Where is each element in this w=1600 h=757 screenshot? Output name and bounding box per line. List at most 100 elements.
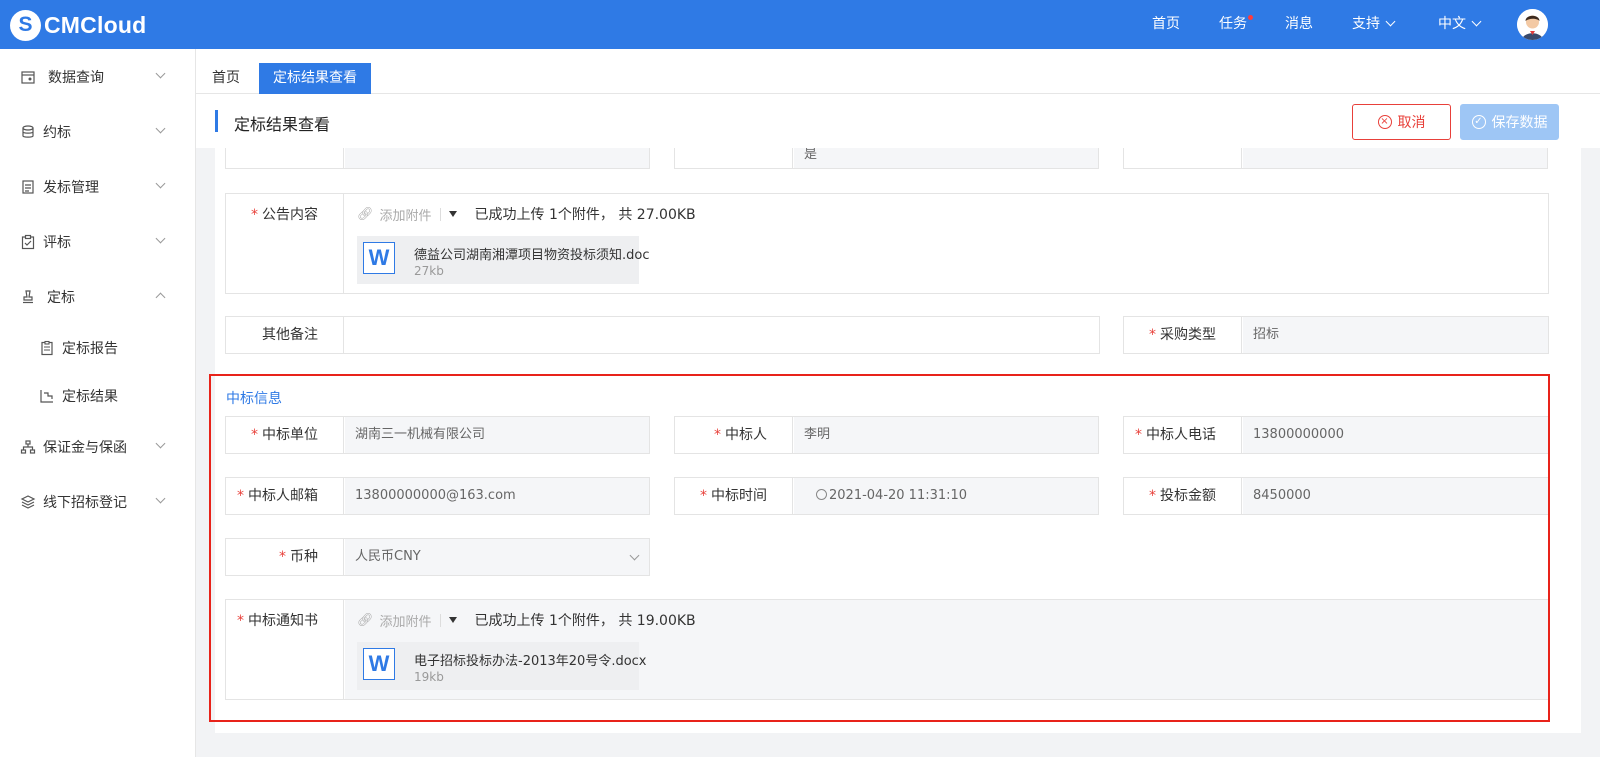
add-attachment-label: 添加附件 — [379, 208, 432, 224]
save-button[interactable]: ✓ 保存数据 — [1460, 104, 1559, 140]
result-icon — [40, 390, 53, 403]
winning-email-value: 13800000000@163.com — [345, 478, 649, 514]
nav-tasks[interactable]: 任务 — [1219, 0, 1253, 49]
nav-tasks-label: 任务 — [1219, 16, 1247, 32]
sidebar-item-bid-management[interactable]: 发标管理 — [0, 167, 195, 207]
label-text: 投标金额 — [1160, 488, 1216, 504]
time-text: 2021-04-20 11:31:10 — [829, 488, 968, 503]
nav-support-label: 支持 — [1352, 16, 1380, 32]
announcement-field: * 公告内容 🔗︎ 添加附件 已成功上传 1个附件， 共 27.00KB W 德益公… — [225, 193, 1549, 294]
sidebar-item-bid-invite[interactable]: 约标 — [0, 112, 195, 152]
sidebar-item-offline-registration[interactable]: 线下招标登记 — [0, 482, 195, 522]
field-value: 🔗︎ 添加附件 已成功上传 1个附件， 共 19.00KB W 电子招标投标办法-… — [345, 600, 1548, 699]
purchase-type-field: * 采购类型 招标 — [1123, 316, 1549, 354]
field-value — [345, 148, 649, 168]
field-label — [675, 148, 793, 168]
currency-field: * 币种 人民币CNY — [225, 538, 650, 576]
chevron-down-icon — [155, 68, 166, 79]
tab-award-result-view[interactable]: 定标结果查看 — [259, 63, 371, 94]
word-file-icon: W — [363, 648, 395, 680]
top-bar: S CMCloud 首页 任务 消息 支持 中文 — [0, 0, 1600, 49]
logo[interactable]: S CMCloud — [10, 9, 146, 41]
partial-field-3 — [1123, 148, 1548, 169]
label-text: 公告内容 — [262, 207, 318, 223]
sidebar-item-award-result[interactable]: 定标结果 — [0, 376, 195, 416]
upload-status: 已成功上传 1个附件， 共 27.00KB — [474, 207, 696, 223]
field-label: * 中标单位 — [226, 417, 344, 453]
field-value: 是 — [794, 148, 1098, 168]
sidebar-item-label: 数据查询 — [48, 70, 104, 86]
field-label: * 中标时间 — [675, 478, 793, 514]
sidebar-item-award[interactable]: 定标 — [0, 277, 195, 317]
coins-icon — [22, 125, 34, 138]
language-selector[interactable]: 中文 — [1438, 0, 1482, 49]
label-text: 中标人 — [725, 427, 767, 443]
field-label: * 币种 — [226, 539, 344, 575]
winning-person-value: 李明 — [794, 417, 1098, 453]
other-notes-field: 其他备注 — [225, 316, 1100, 354]
nav-support[interactable]: 支持 — [1352, 0, 1396, 49]
avatar[interactable] — [1517, 9, 1548, 40]
file-name: 德益公司湖南湘潭项目物资投标须知.doc — [414, 248, 650, 263]
caret-down-icon[interactable] — [448, 617, 457, 623]
save-label: 保存数据 — [1491, 115, 1548, 131]
field-label: 其他备注 — [226, 317, 344, 353]
chevron-down-icon — [155, 233, 166, 244]
logo-icon: S — [10, 9, 41, 41]
chevron-down-icon — [629, 550, 640, 561]
page-title: 定标结果查看 — [234, 115, 331, 134]
upload-toolbar: 🔗︎ 添加附件 已成功上传 1个附件， 共 27.00KB — [357, 204, 696, 224]
attachment-card[interactable]: W 电子招标投标办法-2013年20号令.docx 19kb — [357, 642, 647, 690]
chevron-down-icon — [155, 178, 166, 189]
currency-select[interactable]: 人民币CNY — [345, 539, 649, 575]
field-value — [1243, 148, 1547, 168]
word-file-icon: W — [363, 242, 395, 274]
sidebar-item-label: 线下招标登记 — [43, 495, 127, 511]
other-notes-input[interactable] — [345, 317, 1099, 353]
data-query-icon — [21, 71, 35, 84]
winning-unit-value: 湖南三一机械有限公司 — [345, 417, 649, 453]
winning-unit-field: * 中标单位 湖南三一机械有限公司 — [225, 416, 650, 454]
field-label — [1124, 148, 1242, 168]
divider — [439, 207, 441, 221]
clipboard-check-icon — [21, 234, 35, 250]
logo-text: CMCloud — [44, 11, 147, 38]
field-label: * 公告内容 — [226, 194, 344, 293]
add-attachment-button[interactable]: 🔗︎ 添加附件 — [357, 611, 432, 630]
partial-field-1 — [225, 148, 650, 169]
nav-home[interactable]: 首页 — [1152, 0, 1180, 49]
winning-time-value: 2021-04-20 11:31:10 — [794, 478, 1098, 514]
scrollbar[interactable] — [1557, 148, 1563, 728]
chevron-down-icon — [155, 438, 166, 449]
add-attachment-button[interactable]: 🔗︎ 添加附件 — [357, 205, 432, 224]
sidebar-item-deposit-guarantee[interactable]: 保证金与保函 — [0, 427, 195, 467]
report-icon — [41, 340, 53, 356]
cancel-button[interactable]: × 取消 — [1352, 104, 1451, 140]
stamp-icon — [23, 290, 33, 304]
attachment-card[interactable]: W 德益公司湖南湘潭项目物资投标须知.doc 27kb — [357, 236, 650, 284]
field-label — [226, 148, 344, 168]
field-label: * 中标人邮箱 — [226, 478, 344, 514]
winning-time-field: * 中标时间 2021-04-20 11:31:10 — [674, 477, 1099, 515]
clock-icon — [816, 489, 827, 500]
file-size: 27kb — [414, 264, 444, 278]
winning-email-field: * 中标人邮箱 13800000000@163.com — [225, 477, 650, 515]
notification-dot — [1248, 15, 1253, 20]
sidebar-item-award-report[interactable]: 定标报告 — [0, 328, 195, 368]
sidebar-item-label: 定标报告 — [62, 341, 118, 357]
field-label: * 中标通知书 — [226, 600, 344, 699]
file-size: 19kb — [414, 670, 444, 684]
sidebar-item-label: 评标 — [43, 235, 71, 251]
sidebar-item-data-query[interactable]: 数据查询 — [0, 57, 195, 97]
tab-home[interactable]: 首页 — [198, 63, 254, 94]
paperclip-icon: 🔗︎ — [357, 612, 374, 628]
caret-down-icon[interactable] — [448, 211, 457, 217]
upload-toolbar: 🔗︎ 添加附件 已成功上传 1个附件， 共 19.00KB — [357, 610, 696, 630]
field-label: * 中标人电话 — [1124, 417, 1242, 453]
winning-notice-field: * 中标通知书 🔗︎ 添加附件 已成功上传 1个附件， 共 19.00KB W 电子… — [225, 599, 1549, 700]
label-text: 采购类型 — [1160, 327, 1216, 343]
nav-messages[interactable]: 消息 — [1285, 0, 1313, 49]
partial-field-2: 是 — [674, 148, 1099, 169]
sidebar-item-evaluation[interactable]: 评标 — [0, 222, 195, 262]
paperclip-icon: 🔗︎ — [357, 206, 374, 222]
